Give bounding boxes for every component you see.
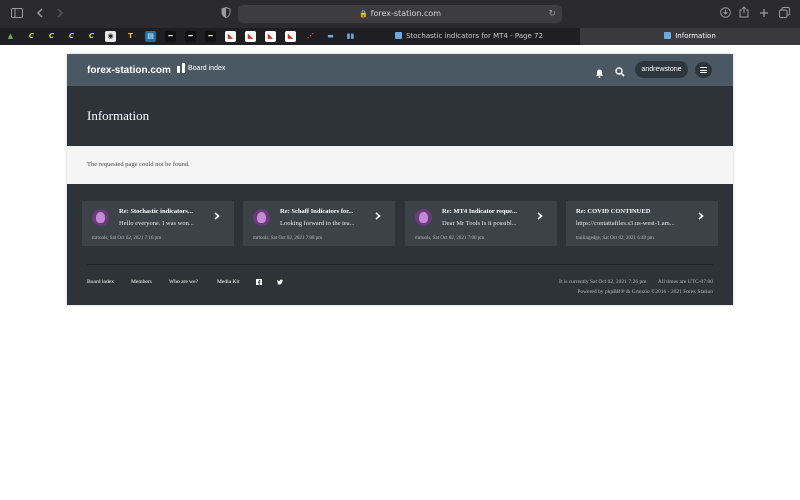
bookmark-bars-icon[interactable]: ━ bbox=[165, 31, 176, 42]
error-message-panel: The requested page could not be found. bbox=[67, 146, 733, 184]
post-excerpt: Looking forward to the tea... bbox=[280, 220, 355, 227]
post-excerpt: Hello everyone. I was won... bbox=[119, 220, 194, 227]
recent-post-card[interactable]: Re: COVID CONTINUED https://contattafile… bbox=[566, 201, 718, 246]
bookmark-c-icon[interactable]: C bbox=[66, 31, 77, 42]
current-time: It is currently Sat Oct 02, 2021 7:26 pm bbox=[558, 279, 647, 285]
footer-link-who-are-we[interactable]: Who are we? bbox=[169, 279, 198, 285]
bookmark-tree-icon[interactable]: ▲ bbox=[5, 31, 16, 42]
footer-time-info: It is currently Sat Oct 02, 2021 7:26 pm… bbox=[559, 279, 713, 285]
user-menu-button[interactable]: andrewstone bbox=[635, 61, 688, 78]
search-icon[interactable] bbox=[615, 64, 625, 77]
candlestick-icon bbox=[176, 63, 187, 74]
hamburger-menu-icon[interactable] bbox=[695, 62, 712, 78]
post-title[interactable]: Re: COVID CONTINUED bbox=[576, 208, 691, 215]
site-footer: Board index Members Who are we? Media Ki… bbox=[67, 256, 733, 305]
post-meta: trailingedge, Sat Oct 02, 2021 6:40 pm bbox=[576, 236, 654, 241]
avatar bbox=[415, 209, 432, 226]
page-title: Information bbox=[87, 108, 150, 123]
bookmark-c-icon[interactable]: C bbox=[46, 31, 57, 42]
chevron-right-icon[interactable] bbox=[214, 212, 220, 220]
bookmark-bars-icon[interactable]: ━ bbox=[205, 31, 216, 42]
tab-label: Information bbox=[675, 32, 716, 40]
avatar bbox=[253, 209, 270, 226]
site-navbar: forex-station.com Board index andrewston… bbox=[67, 54, 733, 86]
post-meta: mrtools, Sat Oct 02, 2021 7:06 pm bbox=[415, 236, 485, 241]
tab-stochastic[interactable]: Stochastic indicators for MT4 - Page 72 bbox=[358, 28, 580, 45]
footer-link-board-index[interactable]: Board index bbox=[87, 279, 114, 285]
chevron-right-icon[interactable] bbox=[375, 212, 381, 220]
recent-posts: Re: Stochastic indicators... Hello every… bbox=[67, 184, 733, 256]
bookmark-chart-red-icon[interactable]: ◣ bbox=[285, 31, 296, 42]
timezone: All times are UTC-07:00 bbox=[657, 279, 713, 285]
post-title[interactable]: Re: Schaff Indicators for... bbox=[280, 208, 370, 215]
avatar bbox=[92, 209, 109, 226]
bookmark-chart-icon[interactable]: ▤ bbox=[145, 31, 156, 42]
facebook-icon[interactable] bbox=[256, 279, 262, 287]
error-message: The requested page could not be found. bbox=[87, 161, 190, 168]
bookmark-scatter-icon[interactable]: ⋰ bbox=[305, 31, 316, 42]
nav-board-index-link[interactable]: Board index bbox=[188, 65, 225, 72]
bookmark-bars-icon[interactable]: ━ bbox=[185, 31, 196, 42]
url-text: forex-station.com bbox=[370, 9, 442, 18]
bookmark-chart-red-icon[interactable]: ◣ bbox=[265, 31, 276, 42]
reload-icon[interactable]: ↻ bbox=[548, 5, 556, 23]
post-excerpt: https://contattafiles.s3.us-west-1.am... bbox=[576, 220, 675, 227]
page-header: Information bbox=[67, 86, 733, 146]
browser-toolbar: 🔒 forex-station.com ↻ bbox=[0, 0, 800, 28]
tab-overview-icon[interactable] bbox=[776, 6, 792, 22]
bookmark-tabs-icon[interactable]: ▮▮ bbox=[345, 31, 356, 42]
download-icon[interactable] bbox=[717, 6, 733, 22]
recent-post-card[interactable]: Re: Stochastic indicators... Hello every… bbox=[82, 201, 234, 246]
bookmark-chart-red-icon[interactable]: ◣ bbox=[225, 31, 236, 42]
site-logo-text: forex-station.com bbox=[87, 65, 171, 76]
twitter-icon[interactable] bbox=[277, 279, 283, 287]
chevron-right-icon[interactable] bbox=[698, 212, 704, 220]
forum-page: forex-station.com Board index andrewston… bbox=[67, 54, 733, 305]
address-bar[interactable]: 🔒 forex-station.com ↻ bbox=[238, 5, 562, 23]
share-icon[interactable] bbox=[736, 6, 752, 22]
back-icon[interactable] bbox=[32, 6, 48, 22]
sidebar-toggle-icon[interactable] bbox=[9, 6, 25, 22]
site-logo[interactable]: forex-station.com bbox=[87, 63, 187, 76]
bookmark-camera-icon[interactable]: ◉ bbox=[105, 31, 116, 42]
post-meta: mrtools, Sat Oct 02, 2021 7:16 pm bbox=[92, 236, 162, 241]
footer-divider bbox=[87, 264, 713, 265]
tab-favicon-icon bbox=[395, 32, 403, 39]
bookmark-c-icon[interactable]: C bbox=[86, 31, 97, 42]
forward-icon[interactable] bbox=[52, 6, 68, 22]
tab-label: Stochastic indicators for MT4 - Page 72 bbox=[406, 32, 543, 40]
footer-link-media-kit[interactable]: Media Kit bbox=[217, 279, 239, 285]
notification-bell-icon[interactable] bbox=[595, 65, 604, 78]
bookmark-chat-icon[interactable]: ▬ bbox=[325, 31, 336, 42]
tab-information[interactable]: Information bbox=[580, 28, 800, 45]
tab-favicon-icon bbox=[664, 32, 672, 39]
chevron-right-icon[interactable] bbox=[537, 212, 543, 220]
bookmark-c-icon[interactable]: C bbox=[26, 31, 37, 42]
lock-icon: 🔒 bbox=[358, 10, 368, 18]
recent-post-card[interactable]: Re: Schaff Indicators for... Looking for… bbox=[243, 201, 395, 246]
post-title[interactable]: Re: MT4 Indicator reque... bbox=[442, 208, 532, 215]
bookmark-chart-red-icon[interactable]: ◣ bbox=[245, 31, 256, 42]
footer-credits: Powered by phpBB® & Grunzio ©2016 - 2021… bbox=[577, 289, 713, 295]
footer-link-members[interactable]: Members bbox=[131, 279, 152, 285]
post-meta: mrtools, Sat Oct 02, 2021 7:08 pm bbox=[253, 236, 323, 241]
post-excerpt: Dear Mr Tools Is it possibl... bbox=[442, 220, 517, 227]
recent-post-card[interactable]: Re: MT4 Indicator reque... Dear Mr Tools… bbox=[405, 201, 557, 246]
bookmark-t-icon[interactable]: T bbox=[125, 31, 136, 42]
new-tab-icon[interactable] bbox=[756, 6, 772, 22]
post-title[interactable]: Re: Stochastic indicators... bbox=[119, 208, 209, 215]
privacy-shield-icon[interactable] bbox=[218, 6, 234, 22]
